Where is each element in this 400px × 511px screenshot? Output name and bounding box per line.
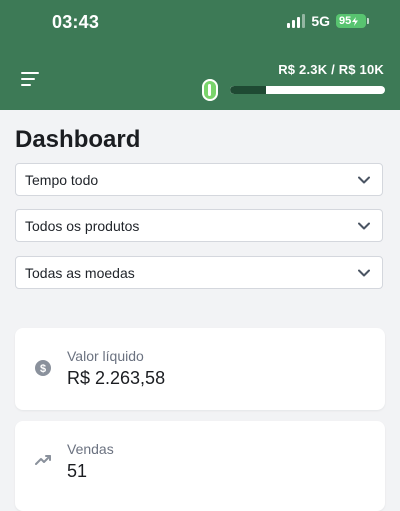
currencies-select-value: Todas as moedas <box>25 264 135 281</box>
status-indicators: 5G 95 <box>287 13 369 29</box>
battery-level: 95 <box>339 15 352 27</box>
battery-icon: 95 <box>336 14 369 28</box>
products-select[interactable]: Todos os produtos <box>15 209 383 242</box>
dollar-circle-icon: $ <box>35 360 51 381</box>
revenue-goal-text: R$ 2.3K / R$ 10K <box>278 62 384 77</box>
page-title: Dashboard <box>15 126 141 153</box>
revenue-progress-bar <box>230 86 385 94</box>
period-select[interactable]: Tempo todo <box>15 163 383 196</box>
currencies-select[interactable]: Todas as moedas <box>15 256 383 289</box>
sales-count: 51 <box>67 461 88 481</box>
revenue-progress-fill <box>230 86 266 94</box>
status-time: 03:43 <box>52 12 100 32</box>
signal-icon <box>287 14 306 28</box>
net-value-label: Valor líquido <box>67 348 144 364</box>
menu-icon[interactable] <box>21 72 39 86</box>
products-select-value: Todos os produtos <box>25 217 140 234</box>
period-select-value: Tempo todo <box>25 171 99 188</box>
gem-icon <box>202 79 218 101</box>
chevron-down-icon <box>358 269 370 277</box>
chevron-down-icon <box>358 222 370 230</box>
chevron-down-icon <box>358 176 370 184</box>
sales-label: Vendas <box>67 441 114 457</box>
charging-bolt-icon <box>352 16 359 26</box>
svg-text:$: $ <box>40 363 46 375</box>
trending-up-icon <box>35 453 51 471</box>
net-value-card[interactable]: $ Valor líquido R$ 2.263,58 <box>15 328 385 410</box>
net-value-amount: R$ 2.263,58 <box>67 368 166 388</box>
sales-card[interactable]: Vendas 51 <box>15 421 385 511</box>
network-type: 5G <box>311 13 330 29</box>
app-header: 03:43 5G 95 R$ 2.3K / R$ 10K <box>0 0 400 110</box>
